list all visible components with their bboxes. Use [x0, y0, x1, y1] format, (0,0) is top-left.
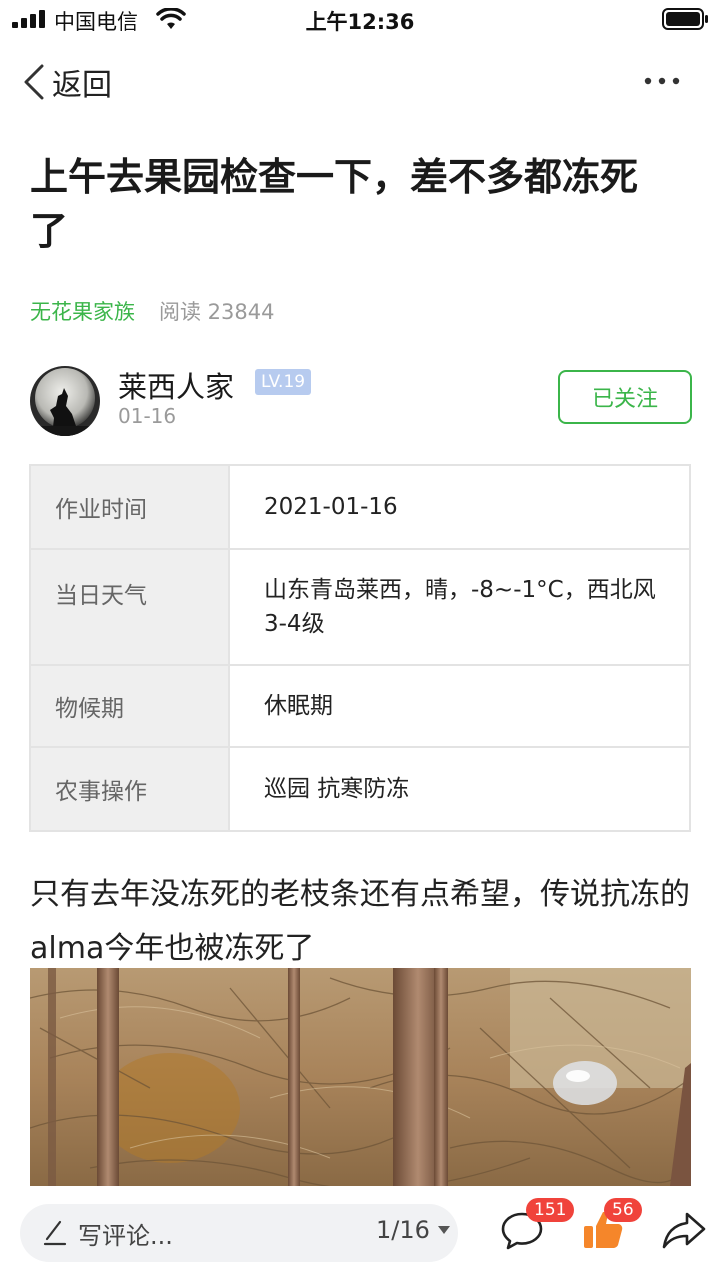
- article-photo[interactable]: [30, 968, 691, 1186]
- comment-count-badge: 151: [526, 1198, 575, 1222]
- comment-placeholder: 写评论...: [78, 1222, 173, 1250]
- follow-button[interactable]: 已关注: [558, 370, 692, 424]
- post-date: 01-16: [118, 404, 177, 428]
- battery-icon: [662, 8, 708, 30]
- bottom-action-bar: 写评论... 1/16 151 56: [0, 1186, 720, 1280]
- read-count: 阅读 23844: [159, 300, 275, 324]
- more-icon[interactable]: [640, 66, 684, 96]
- page-indicator-label: 1/16: [376, 1216, 430, 1244]
- row-value: 巡园 抗寒防冻: [228, 746, 691, 832]
- pen-icon: [43, 1220, 67, 1246]
- row-label: 农事操作: [29, 746, 230, 832]
- status-bar: 中国电信 上午12:36: [0, 0, 720, 40]
- caret-down-icon: [437, 1226, 450, 1234]
- article-meta: 无花果家族 阅读 23844: [30, 294, 274, 328]
- row-value: 2021-01-16: [228, 464, 691, 550]
- article-body-text: 只有去年没冻死的老枝条还有点希望，传说抗冻的alma今年也被冻死了: [30, 877, 690, 966]
- share-icon[interactable]: [660, 1206, 708, 1254]
- comment-input[interactable]: 写评论... 1/16: [20, 1204, 458, 1262]
- table-row: 农事操作 巡园 抗寒防冻: [29, 746, 691, 832]
- status-time: 上午12:36: [305, 10, 415, 34]
- row-label: 当日天气: [29, 548, 230, 666]
- level-badge: LV.19: [255, 369, 312, 395]
- topic-link[interactable]: 无花果家族: [30, 296, 135, 326]
- back-chevron-icon: [24, 64, 44, 100]
- back-button[interactable]: 返回: [22, 60, 112, 104]
- table-row: 作业时间 2021-01-16: [29, 464, 691, 550]
- row-label: 物候期: [29, 664, 230, 748]
- row-value: 休眠期: [228, 664, 691, 748]
- row-label: 作业时间: [29, 464, 230, 550]
- nav-bar: 返回: [0, 52, 720, 112]
- back-label: 返回: [52, 68, 112, 103]
- page-indicator[interactable]: 1/16: [376, 1216, 450, 1244]
- like-count-badge: 56: [604, 1198, 642, 1222]
- table-row: 当日天气 山东青岛莱西，晴，-8~-1°C，西北风 3-4级: [29, 548, 691, 666]
- table-row: 物候期 休眠期: [29, 664, 691, 748]
- row-value: 山东青岛莱西，晴，-8~-1°C，西北风 3-4级: [228, 548, 691, 666]
- author-row: 莱西人家 LV.19 01-16 已关注: [30, 364, 692, 438]
- farm-info-table: 作业时间 2021-01-16 当日天气 山东青岛莱西，晴，-8~-1°C，西北…: [29, 464, 691, 832]
- article-title: 上午去果园检查一下，差不多都冻死了: [30, 155, 639, 253]
- avatar[interactable]: [30, 366, 100, 436]
- author-name[interactable]: 莱西人家: [118, 364, 234, 406]
